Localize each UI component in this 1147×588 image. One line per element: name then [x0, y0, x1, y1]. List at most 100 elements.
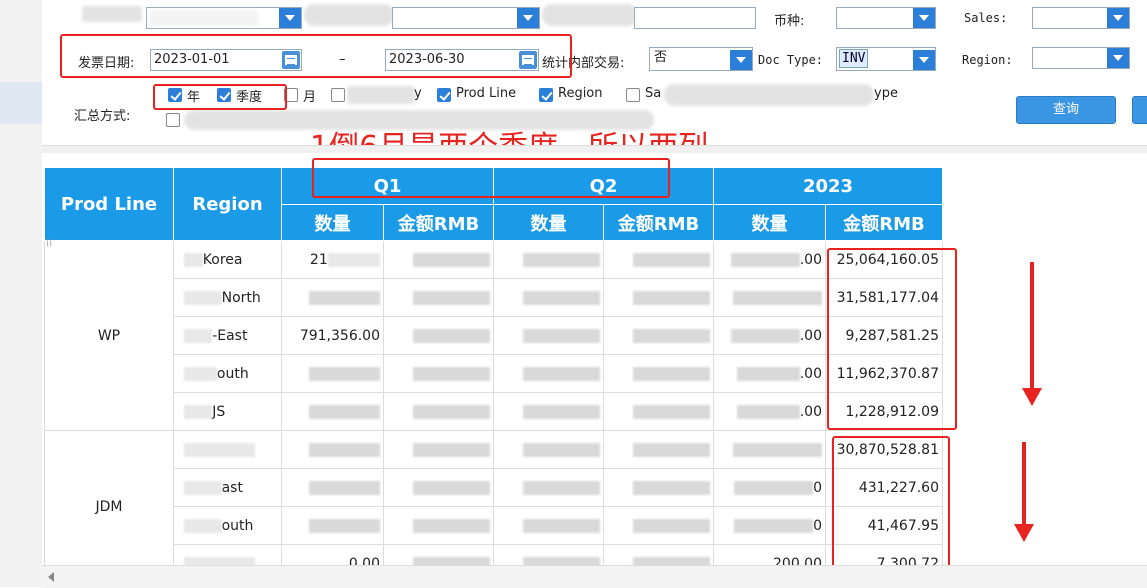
dropdown-arrow-icon[interactable]	[913, 8, 935, 28]
q2-amount-cell	[603, 316, 714, 355]
q1-qty-cell	[281, 354, 384, 393]
q1-qty-cell	[281, 506, 384, 545]
horizontal-scrollbar[interactable]	[42, 565, 1147, 588]
q2-amount-cell	[603, 278, 714, 317]
secondary-button[interactable]	[1132, 96, 1147, 124]
q2-amount-cell	[603, 468, 714, 507]
blurred-input[interactable]	[634, 7, 756, 29]
left-nav-strip	[0, 0, 42, 587]
year-qty-cell: .00	[713, 240, 826, 279]
year-qty-cell: .00	[713, 392, 826, 431]
dropdown-arrow-icon[interactable]	[913, 50, 935, 70]
wp-totals-highlight	[827, 248, 957, 430]
q1-amount-header[interactable]: 金额RMB	[383, 204, 494, 241]
type-option-label: ype	[874, 86, 898, 101]
region-cell: -East	[173, 316, 282, 355]
dropdown-arrow-icon[interactable]	[1107, 48, 1129, 68]
region-option-label: Region	[558, 86, 603, 101]
q1-amount-cell	[383, 278, 494, 317]
table-row: ast 0 431,227.60	[45, 468, 943, 507]
year-qty-cell	[713, 278, 826, 317]
prod-line-checkbox[interactable]	[437, 88, 451, 102]
blurred-combo[interactable]	[146, 7, 302, 29]
year-qty-cell: .00	[713, 354, 826, 393]
blurred-combo-2[interactable]	[392, 7, 540, 29]
q1-qty-cell	[281, 430, 384, 469]
scroll-left-arrow-icon[interactable]	[48, 572, 54, 582]
table-row: -East 791,356.00 .00 9,287,581.25	[45, 316, 943, 355]
q1-amount-cell	[383, 240, 494, 279]
q1-qty-cell	[281, 392, 384, 431]
sales-option-label: Sa	[645, 86, 662, 101]
region-header[interactable]: Region	[173, 167, 282, 241]
region-cell: ast	[173, 468, 282, 507]
dropdown-arrow-icon[interactable]	[730, 50, 752, 70]
q1-amount-cell	[383, 392, 494, 431]
down-arrow-icon	[1022, 262, 1042, 406]
internal-trade-value: 否	[654, 50, 668, 65]
region-cell: North	[173, 278, 282, 317]
blurred-label	[542, 4, 637, 26]
resize-grip-icon[interactable]: ⁞⁞	[46, 238, 52, 249]
blurred-label	[664, 84, 874, 106]
sales-label: Sales:	[964, 11, 1008, 25]
internal-trade-select[interactable]: 否	[649, 47, 753, 71]
currency-label: 币种:	[774, 14, 805, 29]
region-label: Region:	[962, 53, 1013, 67]
year-header[interactable]: 2023	[713, 167, 943, 205]
blurred-label	[304, 4, 394, 26]
table-row: WP Korea 21 .00 25,064,160.05	[44, 240, 943, 431]
jdm-totals-highlight	[832, 436, 950, 572]
sales-select[interactable]	[1032, 7, 1130, 29]
year-qty-cell: 0	[713, 468, 826, 507]
q1-qty-cell: 791,356.00	[281, 316, 384, 355]
table-row: JS .00 1,228,912.09	[45, 392, 943, 431]
blurred-label	[82, 6, 142, 22]
doc-type-label: Doc Type:	[758, 53, 824, 67]
region-select[interactable]	[1032, 47, 1130, 69]
second-row-checkbox[interactable]	[166, 113, 180, 127]
q1-qty-cell	[281, 468, 384, 507]
dropdown-arrow-icon[interactable]	[1107, 8, 1129, 28]
dropdown-arrow-icon[interactable]	[517, 8, 539, 28]
q1-amount-cell	[383, 468, 494, 507]
q2-qty-cell	[493, 354, 604, 393]
q2-qty-cell	[493, 392, 604, 431]
prod-line-cell: WP	[44, 240, 174, 431]
query-button[interactable]: 查询	[1016, 96, 1116, 124]
prod-line-header[interactable]: Prod Line	[44, 167, 174, 241]
dropdown-arrow-icon[interactable]	[279, 8, 301, 28]
table-row: outh 0 41,467.95	[45, 506, 943, 545]
sales-checkbox[interactable]	[626, 88, 640, 102]
left-nav-selected-item[interactable]	[0, 82, 42, 124]
q1-amount-cell	[383, 354, 494, 393]
blurred-label	[347, 86, 415, 104]
year-qty-header[interactable]: 数量	[713, 204, 826, 241]
region-cell: JS	[173, 392, 282, 431]
year-amount-header[interactable]: 金额RMB	[825, 204, 943, 241]
q2-amount-header[interactable]: 金额RMB	[603, 204, 714, 241]
down-arrow-icon	[1014, 442, 1034, 542]
q2-amount-cell	[603, 240, 714, 279]
q2-qty-header[interactable]: 数量	[493, 204, 604, 241]
blurred-checkbox[interactable]	[331, 88, 345, 102]
region-checkbox[interactable]	[539, 88, 553, 102]
q2-amount-cell	[603, 392, 714, 431]
q1-qty-cell: 21	[281, 240, 384, 279]
table-row: North 31,581,177.04	[45, 278, 943, 317]
q1-qty-cell	[281, 278, 384, 317]
q1-qty-header[interactable]: 数量	[281, 204, 384, 241]
region-cell: Korea	[173, 240, 282, 279]
region-cell: outh	[173, 506, 282, 545]
q2-amount-cell	[603, 506, 714, 545]
quarter-columns-highlight	[312, 158, 670, 198]
q2-qty-cell	[493, 278, 604, 317]
q1-amount-cell	[383, 430, 494, 469]
doc-type-select[interactable]: INV	[836, 47, 936, 71]
q2-qty-cell	[493, 316, 604, 355]
q2-qty-cell	[493, 468, 604, 507]
currency-select[interactable]	[836, 7, 936, 29]
doc-type-value: INV	[839, 49, 869, 68]
blurred-option-label: y	[414, 86, 422, 101]
year-qty-cell: 0	[713, 506, 826, 545]
